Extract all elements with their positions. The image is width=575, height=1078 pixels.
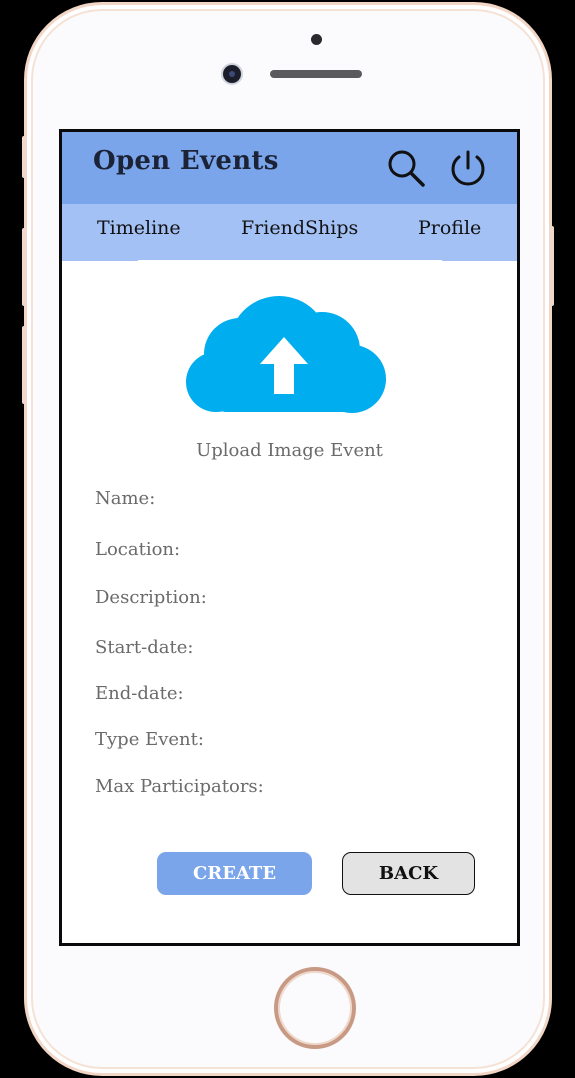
tab-profile[interactable]: Profile bbox=[418, 217, 481, 239]
home-button[interactable] bbox=[274, 967, 356, 1049]
start-date-label: Start-date: bbox=[95, 637, 194, 658]
power-side-button[interactable] bbox=[549, 226, 554, 306]
tab-timeline[interactable]: Timeline bbox=[97, 217, 181, 239]
cloud-upload-icon[interactable] bbox=[182, 294, 392, 414]
power-icon[interactable] bbox=[448, 148, 488, 188]
description-input[interactable] bbox=[272, 585, 486, 613]
volume-up-button[interactable] bbox=[22, 228, 27, 306]
name-input[interactable] bbox=[272, 486, 486, 514]
type-event-label: Type Event: bbox=[95, 729, 204, 750]
silent-switch[interactable] bbox=[22, 136, 27, 178]
max-participators-label: Max Participators: bbox=[95, 776, 264, 797]
location-label: Location: bbox=[95, 539, 181, 560]
end-date-input[interactable] bbox=[272, 681, 486, 709]
tab-bar: Timeline FriendShips Profile bbox=[62, 204, 517, 261]
name-label: Name: bbox=[95, 488, 156, 509]
create-button[interactable]: CREATE bbox=[157, 852, 312, 895]
type-event-input[interactable] bbox=[272, 727, 486, 755]
description-label: Description: bbox=[95, 587, 207, 608]
upload-image-label: Upload Image Event bbox=[196, 440, 383, 461]
search-icon[interactable] bbox=[386, 148, 426, 188]
end-date-label: End-date: bbox=[95, 683, 184, 704]
tab-divider bbox=[138, 260, 442, 263]
back-button[interactable]: BACK bbox=[342, 852, 475, 895]
start-date-input[interactable] bbox=[272, 635, 486, 663]
tab-friendships[interactable]: FriendShips bbox=[241, 217, 358, 239]
volume-down-button[interactable] bbox=[22, 326, 27, 404]
app-header: Open Events bbox=[62, 132, 517, 204]
front-camera bbox=[223, 65, 241, 83]
app-title: Open Events bbox=[93, 146, 279, 176]
app-screen: Open Events Timeline FriendShips Profile… bbox=[59, 129, 520, 946]
location-input[interactable] bbox=[272, 537, 486, 565]
max-participators-input[interactable] bbox=[292, 774, 486, 802]
earpiece-speaker bbox=[270, 70, 362, 78]
proximity-sensor bbox=[311, 34, 322, 45]
